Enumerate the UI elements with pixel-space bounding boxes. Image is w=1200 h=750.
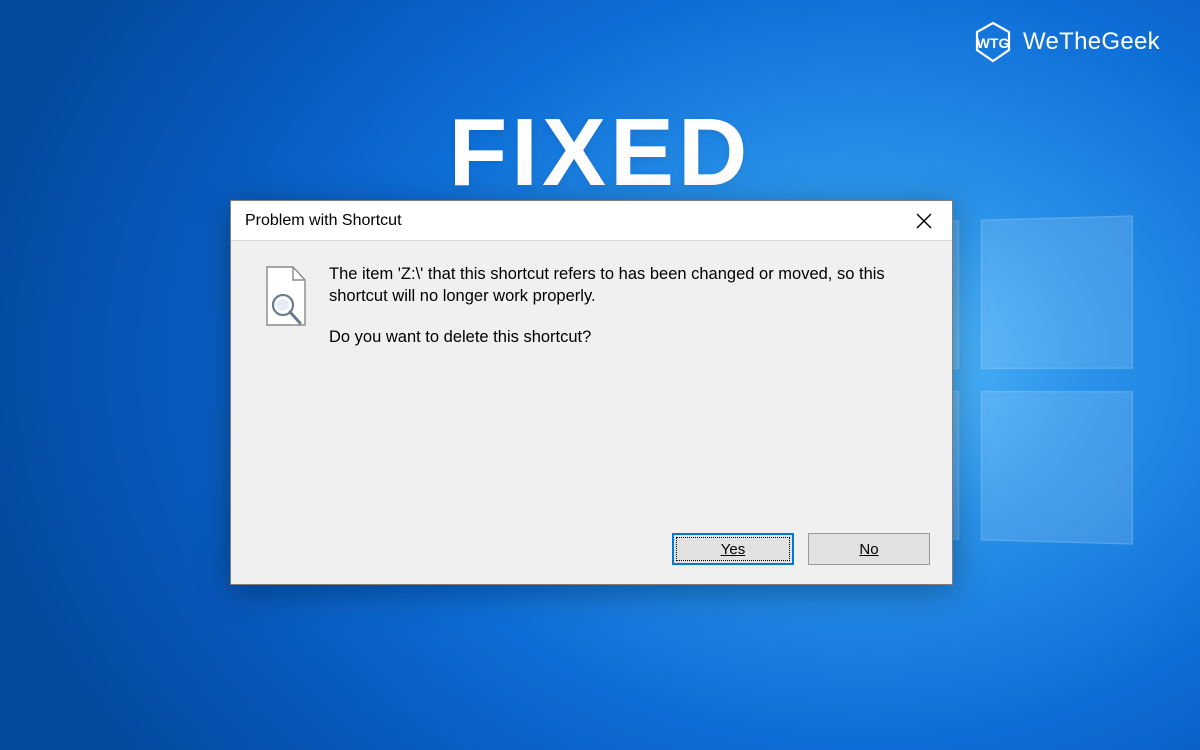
dialog-titlebar[interactable]: Problem with Shortcut (231, 201, 952, 241)
close-button[interactable] (896, 201, 952, 240)
brand-watermark: WTG WeTheGeek (971, 20, 1160, 64)
file-search-icon (259, 265, 311, 329)
yes-button[interactable]: Yes (672, 533, 794, 565)
dialog-message-main: The item 'Z:\' that this shortcut refers… (329, 263, 924, 308)
yes-button-label: Yes (721, 541, 745, 558)
dialog-button-row: Yes No (231, 524, 952, 584)
headline-text: FIXED (449, 105, 752, 201)
dialog-window: Problem with Shortcut The item 'Z:\' tha… (230, 200, 953, 585)
dialog-title: Problem with Shortcut (245, 212, 402, 230)
svg-text:WTG: WTG (977, 35, 1010, 51)
dialog-message-question: Do you want to delete this shortcut? (329, 326, 924, 348)
no-button-label: No (859, 541, 878, 558)
brand-name: WeTheGeek (1023, 28, 1160, 56)
dialog-message: The item 'Z:\' that this shortcut refers… (329, 263, 924, 504)
wethegeek-logo-icon: WTG (971, 20, 1015, 64)
no-button[interactable]: No (808, 533, 930, 565)
close-icon (916, 213, 932, 229)
dialog-body: The item 'Z:\' that this shortcut refers… (231, 241, 952, 524)
